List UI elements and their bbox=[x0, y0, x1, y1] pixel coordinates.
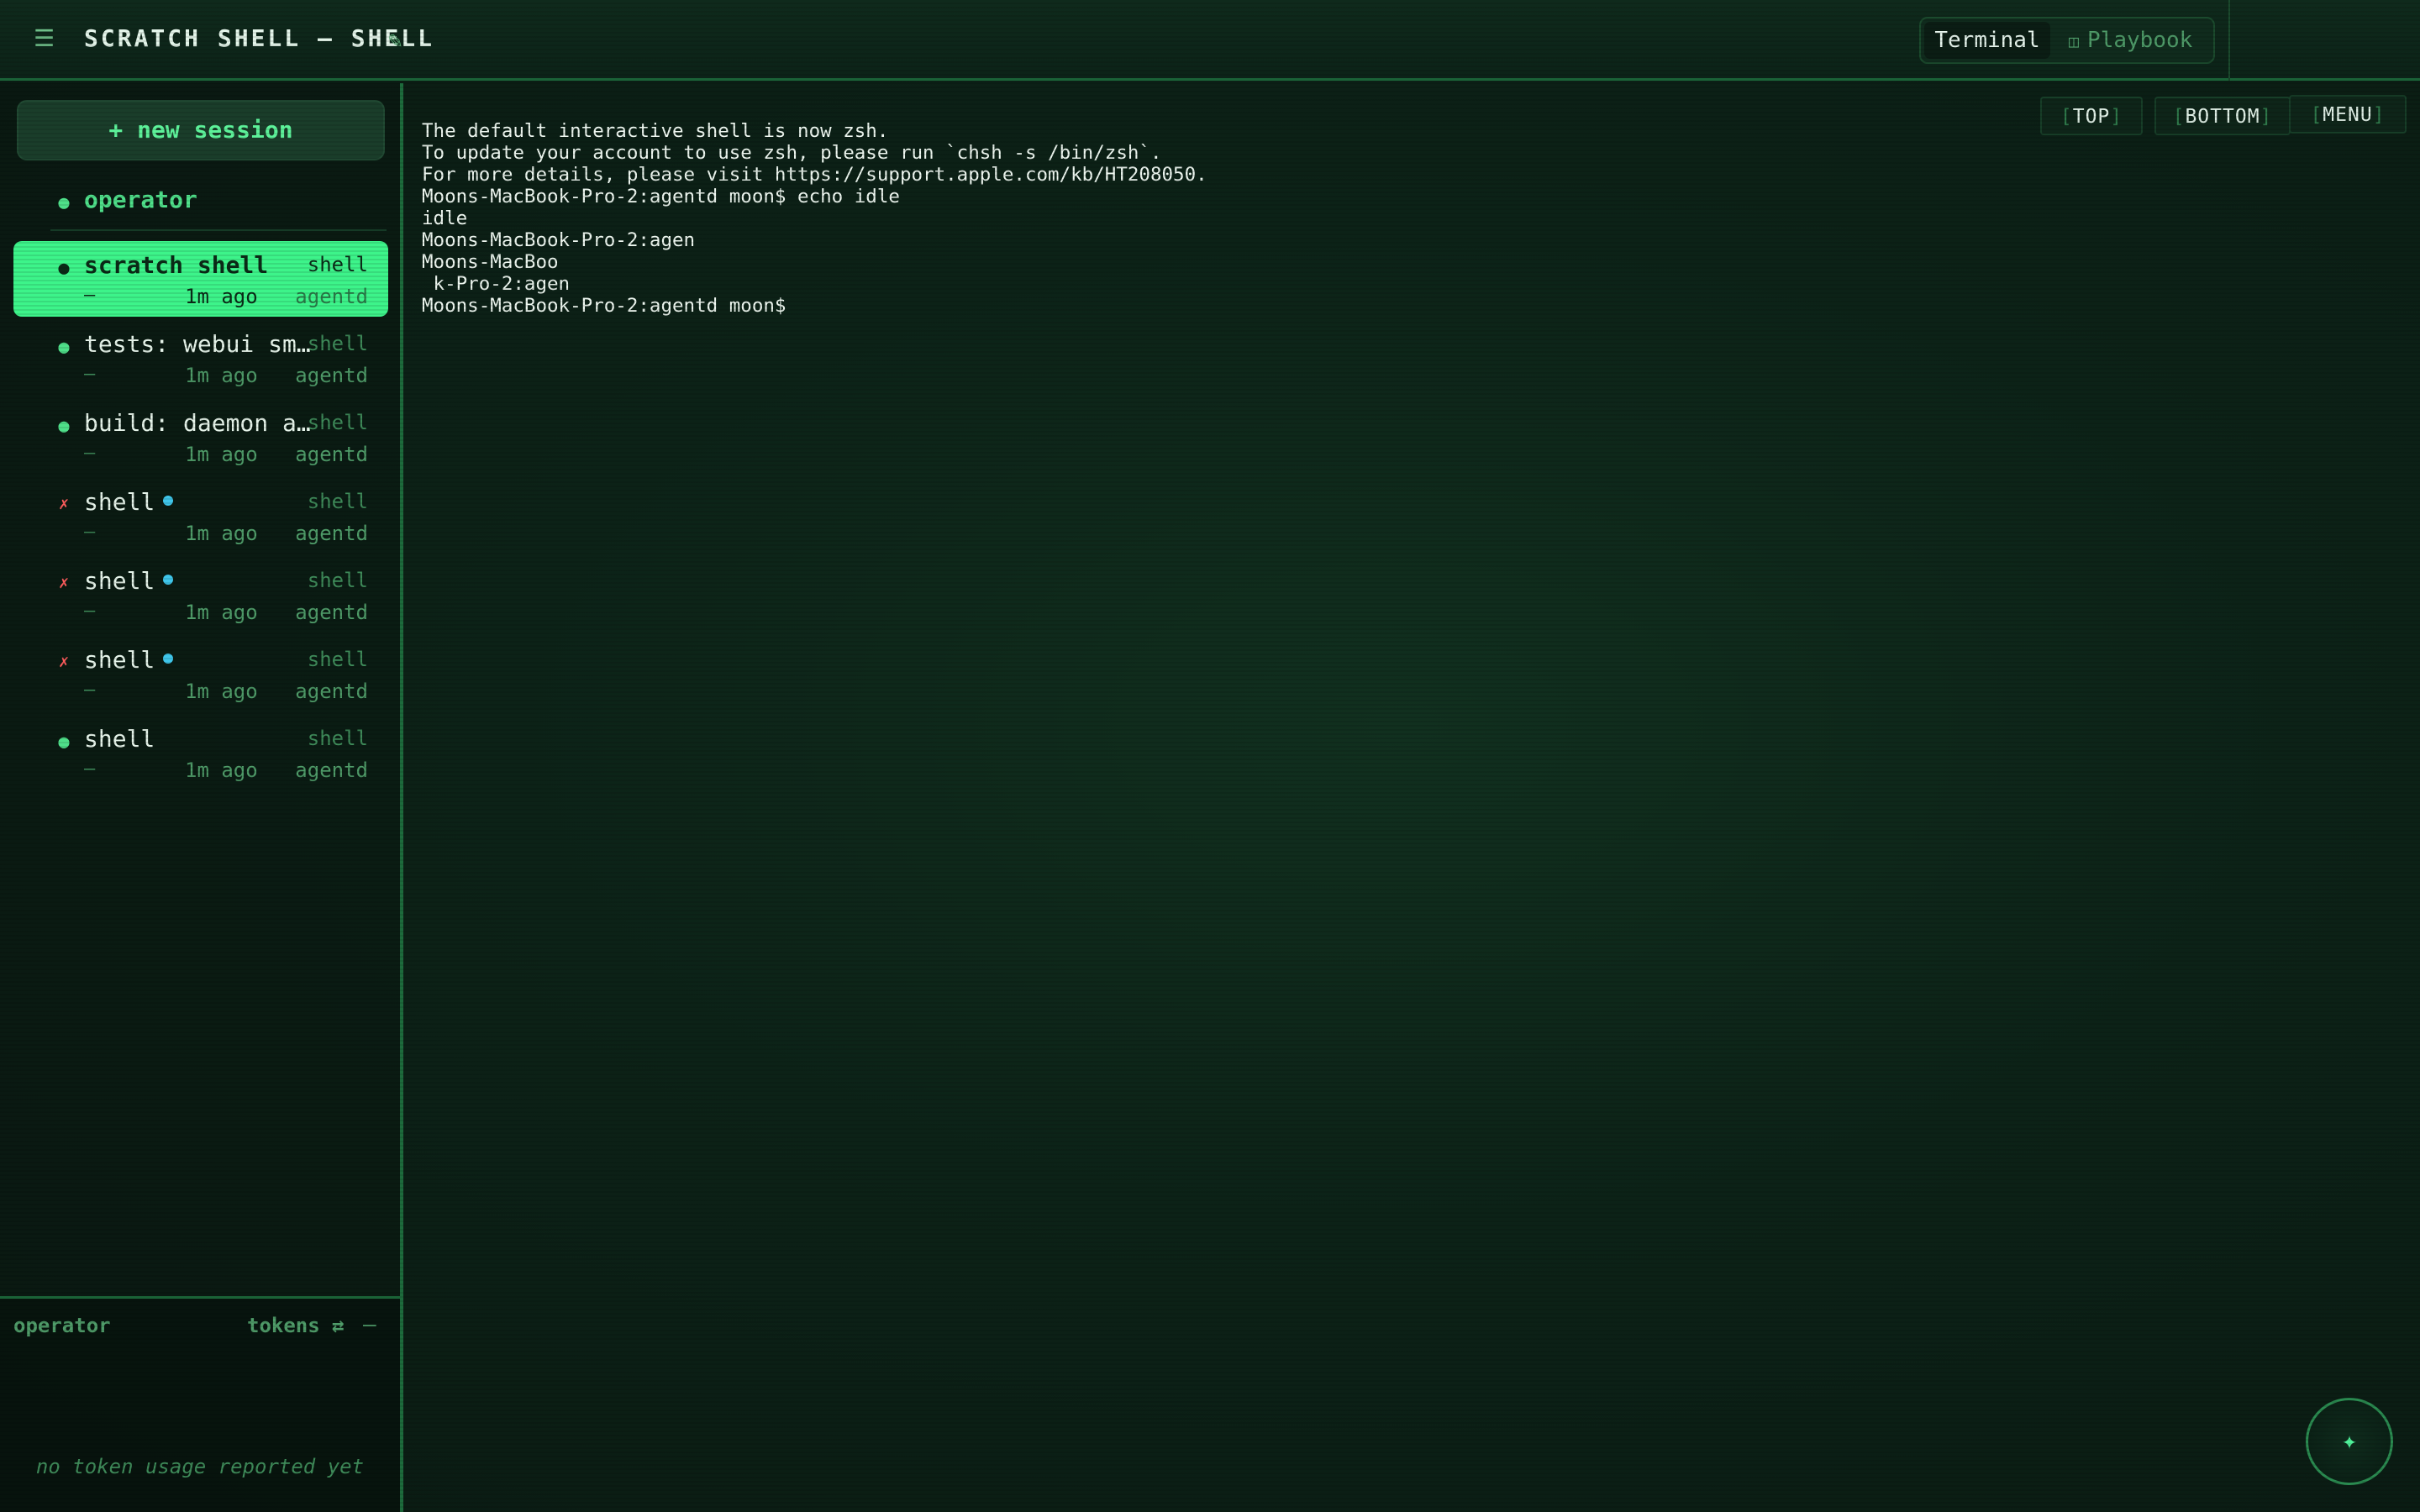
divider bbox=[50, 229, 387, 231]
session-owner: agentd bbox=[295, 522, 368, 545]
error-x-icon: ✗ bbox=[58, 651, 70, 671]
tab-playbook-label: Playbook bbox=[2087, 28, 2193, 53]
session-name: shell bbox=[84, 488, 174, 516]
app-window: ☰ SCRATCH SHELL — SHELL ✎ Terminal ◫ Play… bbox=[0, 0, 2420, 1512]
session-name: operator bbox=[84, 186, 197, 213]
status-dot-icon: ● bbox=[58, 337, 70, 358]
busy-indicator-icon bbox=[163, 496, 174, 506]
session-item[interactable]: ● scratch shell shell — 1m ago agentd bbox=[13, 241, 388, 317]
session-name: tests: webui sm… bbox=[84, 330, 311, 358]
session-owner: agentd bbox=[295, 601, 368, 624]
session-kind: shell bbox=[307, 490, 368, 513]
bracket-open: [ bbox=[2060, 106, 2073, 128]
session-name: build: daemon a… bbox=[84, 409, 311, 437]
token-usage-panel: operator tokens ⇄ – no token usage repor… bbox=[0, 1296, 400, 1512]
session-summary: — bbox=[84, 443, 96, 464]
session-owner: agentd bbox=[295, 680, 368, 703]
token-panel-title: operator bbox=[13, 1314, 111, 1337]
session-summary: — bbox=[84, 522, 96, 543]
session-age: 1m ago bbox=[185, 680, 258, 703]
session-summary: — bbox=[84, 680, 96, 701]
scroll-bottom-button[interactable]: [BOTTOM] bbox=[2154, 97, 2291, 135]
terminal-menu-label: MENU bbox=[2323, 104, 2373, 126]
session-kind: shell bbox=[307, 648, 368, 671]
playbook-icon: ◫ bbox=[2069, 31, 2080, 51]
scroll-top-label: TOP bbox=[2072, 106, 2111, 128]
session-kind: shell bbox=[307, 569, 368, 592]
session-item[interactable]: ● build: daemon a… shell — 1m ago agentd bbox=[13, 399, 388, 475]
hamburger-menu-icon[interactable]: ☰ bbox=[34, 25, 55, 52]
terminal-pane[interactable]: The default interactive shell is now zsh… bbox=[407, 83, 2420, 1512]
status-dot-icon: ● bbox=[58, 416, 70, 437]
busy-indicator-icon bbox=[163, 654, 174, 664]
session-name: shell bbox=[84, 567, 174, 595]
bracket-close: ] bbox=[2372, 104, 2386, 126]
session-owner: agentd bbox=[295, 285, 368, 308]
session-owner: agentd bbox=[295, 759, 368, 782]
session-item[interactable]: ✗ shell shell — 1m ago agentd bbox=[13, 557, 388, 633]
tab-playbook[interactable]: ◫ Playbook bbox=[2050, 22, 2209, 59]
session-age: 1m ago bbox=[185, 285, 258, 308]
bracket-close: ] bbox=[2110, 106, 2123, 128]
bracket-open: [ bbox=[2172, 106, 2186, 128]
edit-title-icon[interactable]: ✎ bbox=[388, 24, 402, 57]
session-age: 1m ago bbox=[185, 443, 258, 466]
busy-indicator-icon bbox=[163, 575, 174, 585]
status-dot-icon: ● bbox=[58, 192, 70, 213]
session-name: shell bbox=[84, 646, 174, 674]
session-name-text: shell bbox=[84, 488, 155, 516]
bracket-close: ] bbox=[2260, 106, 2273, 128]
session-kind: shell bbox=[307, 332, 368, 355]
error-x-icon: ✗ bbox=[58, 493, 70, 513]
status-dot-icon: ● bbox=[58, 732, 70, 753]
empty-state-text: no token usage reported yet bbox=[35, 1455, 365, 1478]
session-age: 1m ago bbox=[185, 601, 258, 624]
scroll-bottom-label: BOTTOM bbox=[2185, 106, 2260, 128]
status-dot-icon: ● bbox=[58, 258, 70, 279]
view-toggle: Terminal ◫ Playbook bbox=[1919, 17, 2215, 64]
session-owner: agentd bbox=[295, 364, 368, 387]
sidebar-item-operator[interactable]: ● operator bbox=[13, 176, 388, 226]
session-age: 1m ago bbox=[185, 364, 258, 387]
tab-terminal[interactable]: Terminal bbox=[1924, 22, 2050, 59]
session-kind: shell bbox=[307, 253, 368, 276]
header-divider bbox=[2228, 0, 2230, 81]
page-title: SCRATCH SHELL — SHELL bbox=[84, 24, 435, 52]
session-item[interactable]: ● tests: webui sm… shell — 1m ago agentd bbox=[13, 320, 388, 396]
bracket-open: [ bbox=[2310, 104, 2323, 126]
tokens-toggle-button[interactable]: tokens ⇄ bbox=[247, 1314, 345, 1337]
session-kind: shell bbox=[307, 411, 368, 434]
session-owner: agentd bbox=[295, 443, 368, 466]
new-session-button[interactable]: + new session bbox=[17, 100, 385, 160]
session-age: 1m ago bbox=[185, 522, 258, 545]
session-summary: — bbox=[84, 759, 96, 780]
top-bar: ☰ SCRATCH SHELL — SHELL ✎ Terminal ◫ Play… bbox=[0, 0, 2420, 81]
terminal-output[interactable]: The default interactive shell is now zsh… bbox=[422, 120, 1207, 317]
session-item[interactable]: ✗ shell shell — 1m ago agentd bbox=[13, 636, 388, 711]
session-item[interactable]: ● shell shell — 1m ago agentd bbox=[13, 715, 388, 790]
terminal-menu-button[interactable]: [MENU] bbox=[2289, 95, 2407, 134]
session-age: 1m ago bbox=[185, 759, 258, 782]
error-x-icon: ✗ bbox=[58, 572, 70, 592]
session-name: shell bbox=[84, 725, 155, 753]
session-summary: — bbox=[84, 601, 96, 622]
session-sidebar: + new session ● operator ● scratch shell… bbox=[0, 83, 403, 1512]
session-name-text: shell bbox=[84, 567, 155, 595]
session-name-text: shell bbox=[84, 646, 155, 674]
session-item[interactable]: ✗ shell shell — 1m ago agentd bbox=[13, 478, 388, 554]
scroll-top-button[interactable]: [TOP] bbox=[2040, 97, 2143, 135]
session-summary: — bbox=[84, 364, 96, 385]
collapse-panel-button[interactable]: – bbox=[363, 1312, 376, 1337]
sparkle-icon[interactable]: ✦ bbox=[2306, 1398, 2393, 1485]
session-name: scratch shell bbox=[84, 251, 269, 279]
session-summary: — bbox=[84, 285, 96, 306]
session-kind: shell bbox=[307, 727, 368, 750]
